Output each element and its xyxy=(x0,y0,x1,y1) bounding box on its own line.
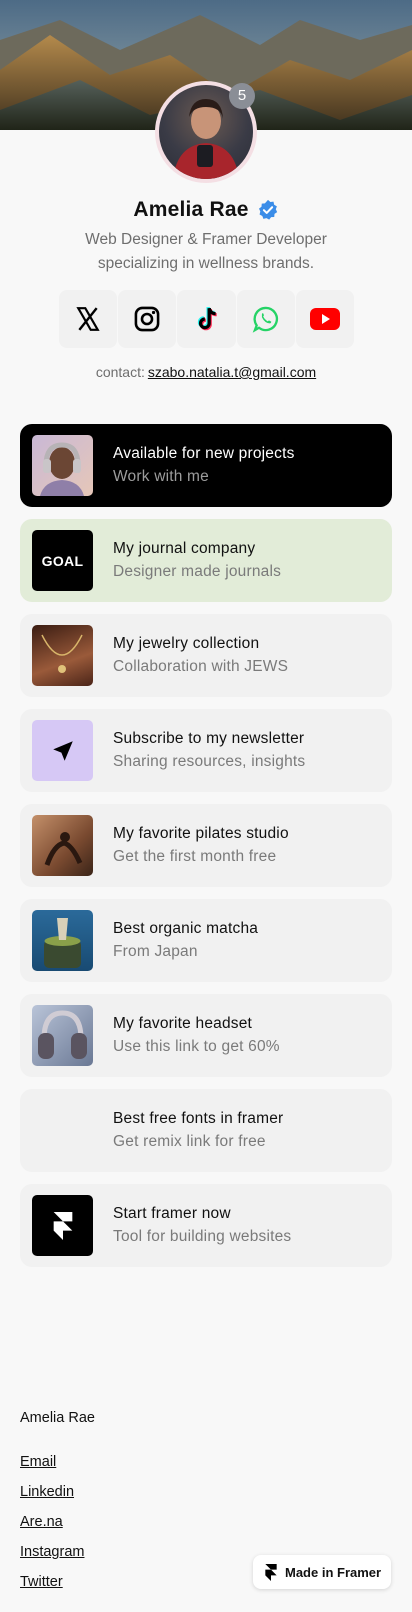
profile-name: Amelia Rae xyxy=(133,198,249,221)
link-card-pilates-studio[interactable]: My favorite pilates studio Get the first… xyxy=(20,804,392,887)
link-card-newsletter[interactable]: Subscribe to my newsletter Sharing resou… xyxy=(20,709,392,792)
instagram-icon xyxy=(134,306,160,332)
verified-check-icon xyxy=(258,199,277,220)
link-title: Subscribe to my newsletter xyxy=(113,729,305,747)
tiktok-icon xyxy=(197,306,217,331)
link-title: My jewelry collection xyxy=(113,634,260,652)
link-title: Best free fonts in framer xyxy=(113,1109,284,1127)
link-subtitle: Tool for building websites xyxy=(113,1227,292,1245)
footer-name: Amelia Rae xyxy=(20,1410,95,1426)
whatsapp-icon xyxy=(252,306,278,333)
footer-links: Email Linkedin Are.na Instagram Twitter xyxy=(20,1452,84,1602)
link-subtitle: From Japan xyxy=(113,942,198,960)
link-subtitle: Use this link to get 60% xyxy=(113,1037,280,1055)
contact-email-link[interactable]: szabo.natalia.t@gmail.com xyxy=(148,364,316,380)
link-title: Best organic matcha xyxy=(113,919,259,937)
link-title: Start framer now xyxy=(113,1204,231,1222)
link-title: My journal company xyxy=(113,539,256,557)
contact-line: contact: szabo.natalia.t@gmail.com xyxy=(0,364,412,380)
link-subtitle: Collaboration with JEWS xyxy=(113,657,289,675)
instagram-link-button[interactable] xyxy=(118,290,177,348)
goal-logo-text: GOAL xyxy=(41,552,84,569)
link-card-journal-company[interactable]: GOAL My journal company Designer made jo… xyxy=(20,519,392,602)
framer-logo-thumbnail xyxy=(32,1195,93,1256)
framer-logo-icon xyxy=(265,1563,277,1581)
youtube-icon xyxy=(309,308,340,330)
footer-link-twitter[interactable]: Twitter xyxy=(20,1572,84,1602)
send-arrow-thumbnail xyxy=(32,720,93,781)
link-title: My favorite headset xyxy=(113,1014,253,1032)
link-title: Available for new projects xyxy=(113,444,295,462)
made-in-framer-button[interactable]: Made in Framer xyxy=(253,1555,391,1589)
footer-link-instagram[interactable]: Instagram xyxy=(20,1542,84,1572)
link-subtitle: Designer made journals xyxy=(113,562,282,580)
link-subtitle: Sharing resources, insights xyxy=(113,752,306,770)
link-card-free-fonts[interactable]: Best free fonts in framer Get remix link… xyxy=(20,1089,392,1172)
matcha-thumbnail xyxy=(32,910,93,971)
link-list: Available for new projects Work with me … xyxy=(20,424,392,1279)
footer-link-email[interactable]: Email xyxy=(20,1452,84,1482)
link-subtitle: Work with me xyxy=(113,467,209,485)
link-card-organic-matcha[interactable]: Best organic matcha From Japan xyxy=(20,899,392,982)
link-card-favorite-headset[interactable]: My favorite headset Use this link to get… xyxy=(20,994,392,1077)
link-card-jewelry-collection[interactable]: My jewelry collection Collaboration with… xyxy=(20,614,392,697)
headset-thumbnail xyxy=(32,1005,93,1066)
necklace-thumbnail xyxy=(32,625,93,686)
framer-logo-icon xyxy=(53,1211,72,1240)
empty-thumbnail xyxy=(32,1100,93,1161)
footer-link-arena[interactable]: Are.na xyxy=(20,1512,84,1542)
profile-bio: Web Designer & Framer Developer speciali… xyxy=(85,231,327,272)
link-card-start-framer[interactable]: Start framer now Tool for building websi… xyxy=(20,1184,392,1267)
youtube-link-button[interactable] xyxy=(295,290,355,348)
x-icon xyxy=(76,307,100,331)
link-subtitle: Get the first month free xyxy=(113,847,277,865)
send-arrow-icon xyxy=(52,740,73,761)
link-card-available-projects[interactable]: Available for new projects Work with me xyxy=(20,424,392,507)
pilates-thumbnail xyxy=(32,815,93,876)
made-in-framer-label: Made in Framer xyxy=(285,1564,382,1580)
link-title: My favorite pilates studio xyxy=(113,824,289,842)
social-links xyxy=(59,290,355,350)
whatsapp-link-button[interactable] xyxy=(236,290,295,348)
tiktok-link-button[interactable] xyxy=(177,290,236,348)
notification-count-badge: 5 xyxy=(229,83,255,109)
contact-label: contact: xyxy=(95,364,145,380)
goal-logo-thumbnail: GOAL xyxy=(32,530,93,591)
x-link-button[interactable] xyxy=(59,290,118,348)
link-subtitle: Get remix link for free xyxy=(113,1132,266,1150)
portrait-thumbnail xyxy=(32,435,93,496)
footer-link-linkedin[interactable]: Linkedin xyxy=(20,1482,84,1512)
